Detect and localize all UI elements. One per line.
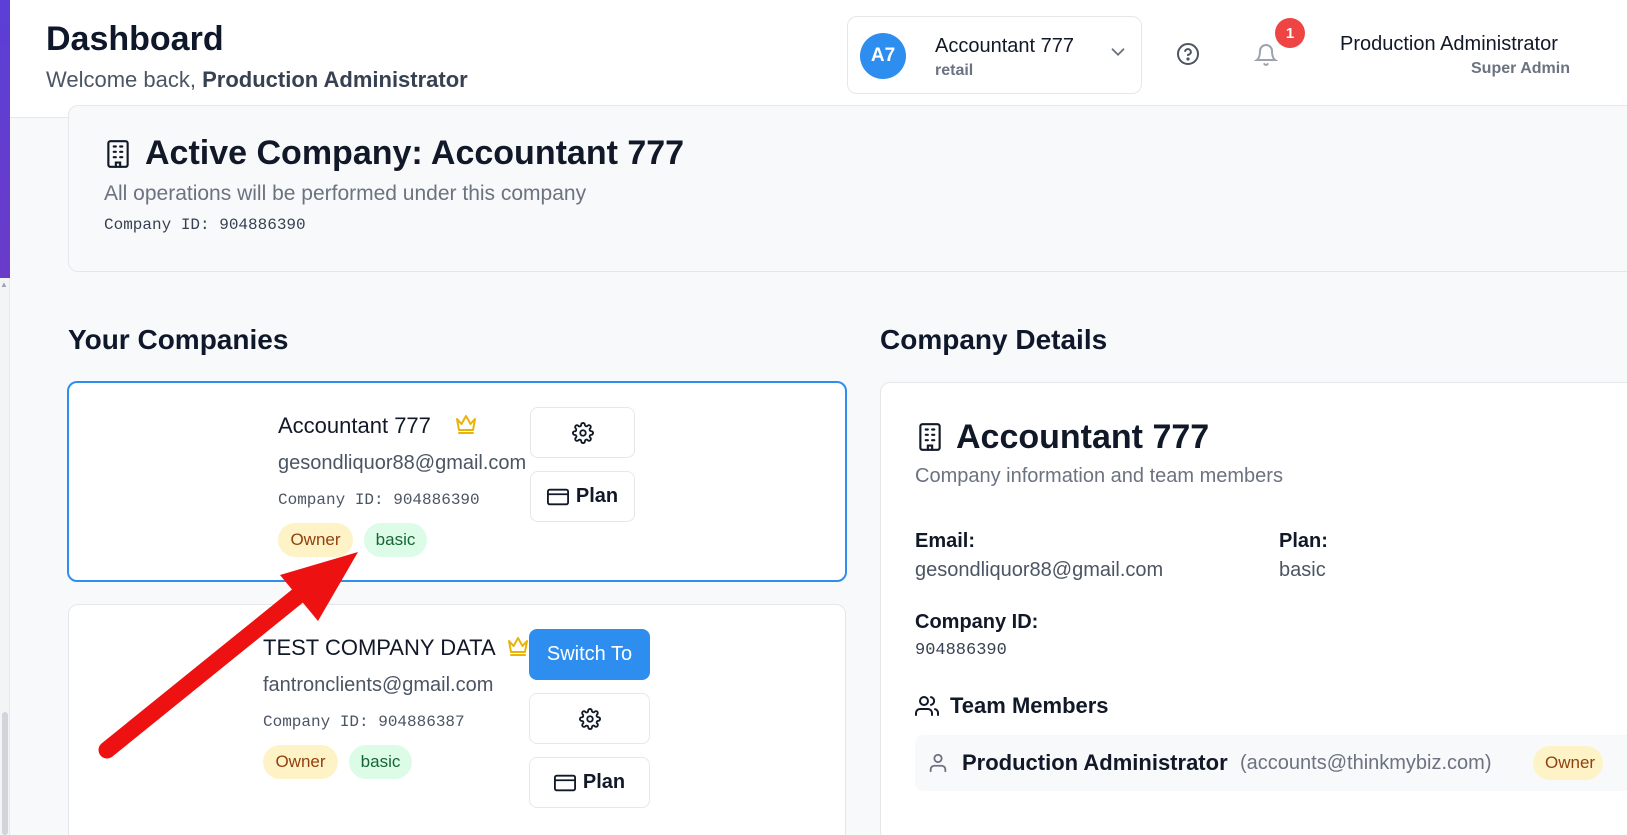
company-switcher-name: Accountant 777 — [935, 35, 1074, 57]
team-member-role-badge: Owner — [1533, 746, 1603, 780]
user-name[interactable]: Production Administrator — [1340, 33, 1558, 56]
gear-icon — [578, 707, 601, 730]
company-id: Company ID: 904886387 — [263, 713, 465, 731]
team-member-email: (accounts@thinkmybiz.com) — [1240, 752, 1492, 774]
company-email: gesondliquor88@gmail.com — [278, 452, 527, 474]
company-settings-button[interactable] — [530, 407, 635, 458]
company-switcher-type: retail — [935, 62, 974, 79]
team-members-title: Team Members — [950, 693, 1109, 718]
company-name: Accountant 777 — [278, 413, 431, 438]
welcome-user-name: Production Administrator — [202, 67, 468, 92]
active-company-subtitle: All operations will be performed under t… — [104, 182, 587, 205]
company-switcher[interactable]: A7 Accountant 777 retail — [847, 16, 1142, 94]
company-plan-button[interactable]: Plan — [529, 757, 650, 808]
company-id-value: 904886390 — [915, 641, 1007, 660]
switch-to-button[interactable]: Switch To — [529, 629, 650, 680]
notification-count-badge: 1 — [1275, 18, 1305, 48]
team-member-name: Production Administrator — [962, 750, 1228, 775]
email-label: Email: — [915, 530, 976, 552]
plan-value: basic — [1279, 559, 1326, 581]
company-avatar: A7 — [860, 33, 906, 79]
company-id: Company ID: 904886390 — [278, 491, 480, 509]
plan-button-label: Plan — [575, 485, 619, 507]
company-details-title: Company Details — [880, 324, 1108, 355]
company-plan-button[interactable]: Plan — [530, 471, 635, 522]
chevron-down-icon — [1111, 48, 1125, 57]
sidebar-edge: ▲ — [0, 0, 10, 835]
company-email: fantronclients@gmail.com — [263, 674, 494, 696]
company-id-label: Company ID: — [915, 611, 1039, 633]
role-badge: Owner — [278, 523, 353, 557]
sidebar-collapsed-panel[interactable] — [0, 0, 10, 278]
top-header: Dashboard Welcome back, Production Admin… — [10, 0, 1627, 118]
role-badge: Owner — [263, 745, 338, 779]
plan-badge: basic — [349, 745, 412, 779]
sidebar-scrollbar[interactable] — [2, 712, 8, 835]
credit-card-icon — [553, 774, 576, 791]
crown-icon — [456, 415, 476, 434]
details-company-name: Accountant 777 — [956, 418, 1210, 456]
page-title: Dashboard — [46, 20, 224, 58]
credit-card-icon — [546, 488, 569, 505]
crown-icon — [508, 637, 528, 656]
company-card-accountant-777[interactable] — [67, 381, 847, 582]
gear-icon — [571, 421, 594, 444]
scroll-up-caret[interactable]: ▲ — [0, 280, 8, 289]
active-company-id: Company ID: 904886390 — [104, 216, 306, 234]
welcome-message: Welcome back, Production Administrator — [46, 67, 468, 93]
welcome-prefix: Welcome back, — [46, 67, 196, 92]
details-subtitle: Company information and team members — [915, 465, 1283, 487]
help-icon[interactable] — [1176, 42, 1200, 66]
user-icon — [929, 753, 947, 773]
active-company-title: Active Company: Accountant 777 — [145, 134, 685, 172]
plan-label: Plan: — [1279, 530, 1328, 552]
bell-icon[interactable] — [1254, 42, 1278, 68]
company-settings-button[interactable] — [529, 693, 650, 744]
users-icon — [915, 696, 939, 716]
company-name: TEST COMPANY DATA — [263, 635, 496, 660]
building-icon — [107, 140, 129, 168]
plan-button-label: Plan — [582, 771, 626, 793]
your-companies-title: Your Companies — [68, 324, 289, 355]
plan-badge: basic — [364, 523, 427, 557]
email-value: gesondliquor88@gmail.com — [915, 559, 1164, 581]
user-role: Super Admin — [1471, 60, 1570, 77]
building-icon — [919, 423, 941, 451]
